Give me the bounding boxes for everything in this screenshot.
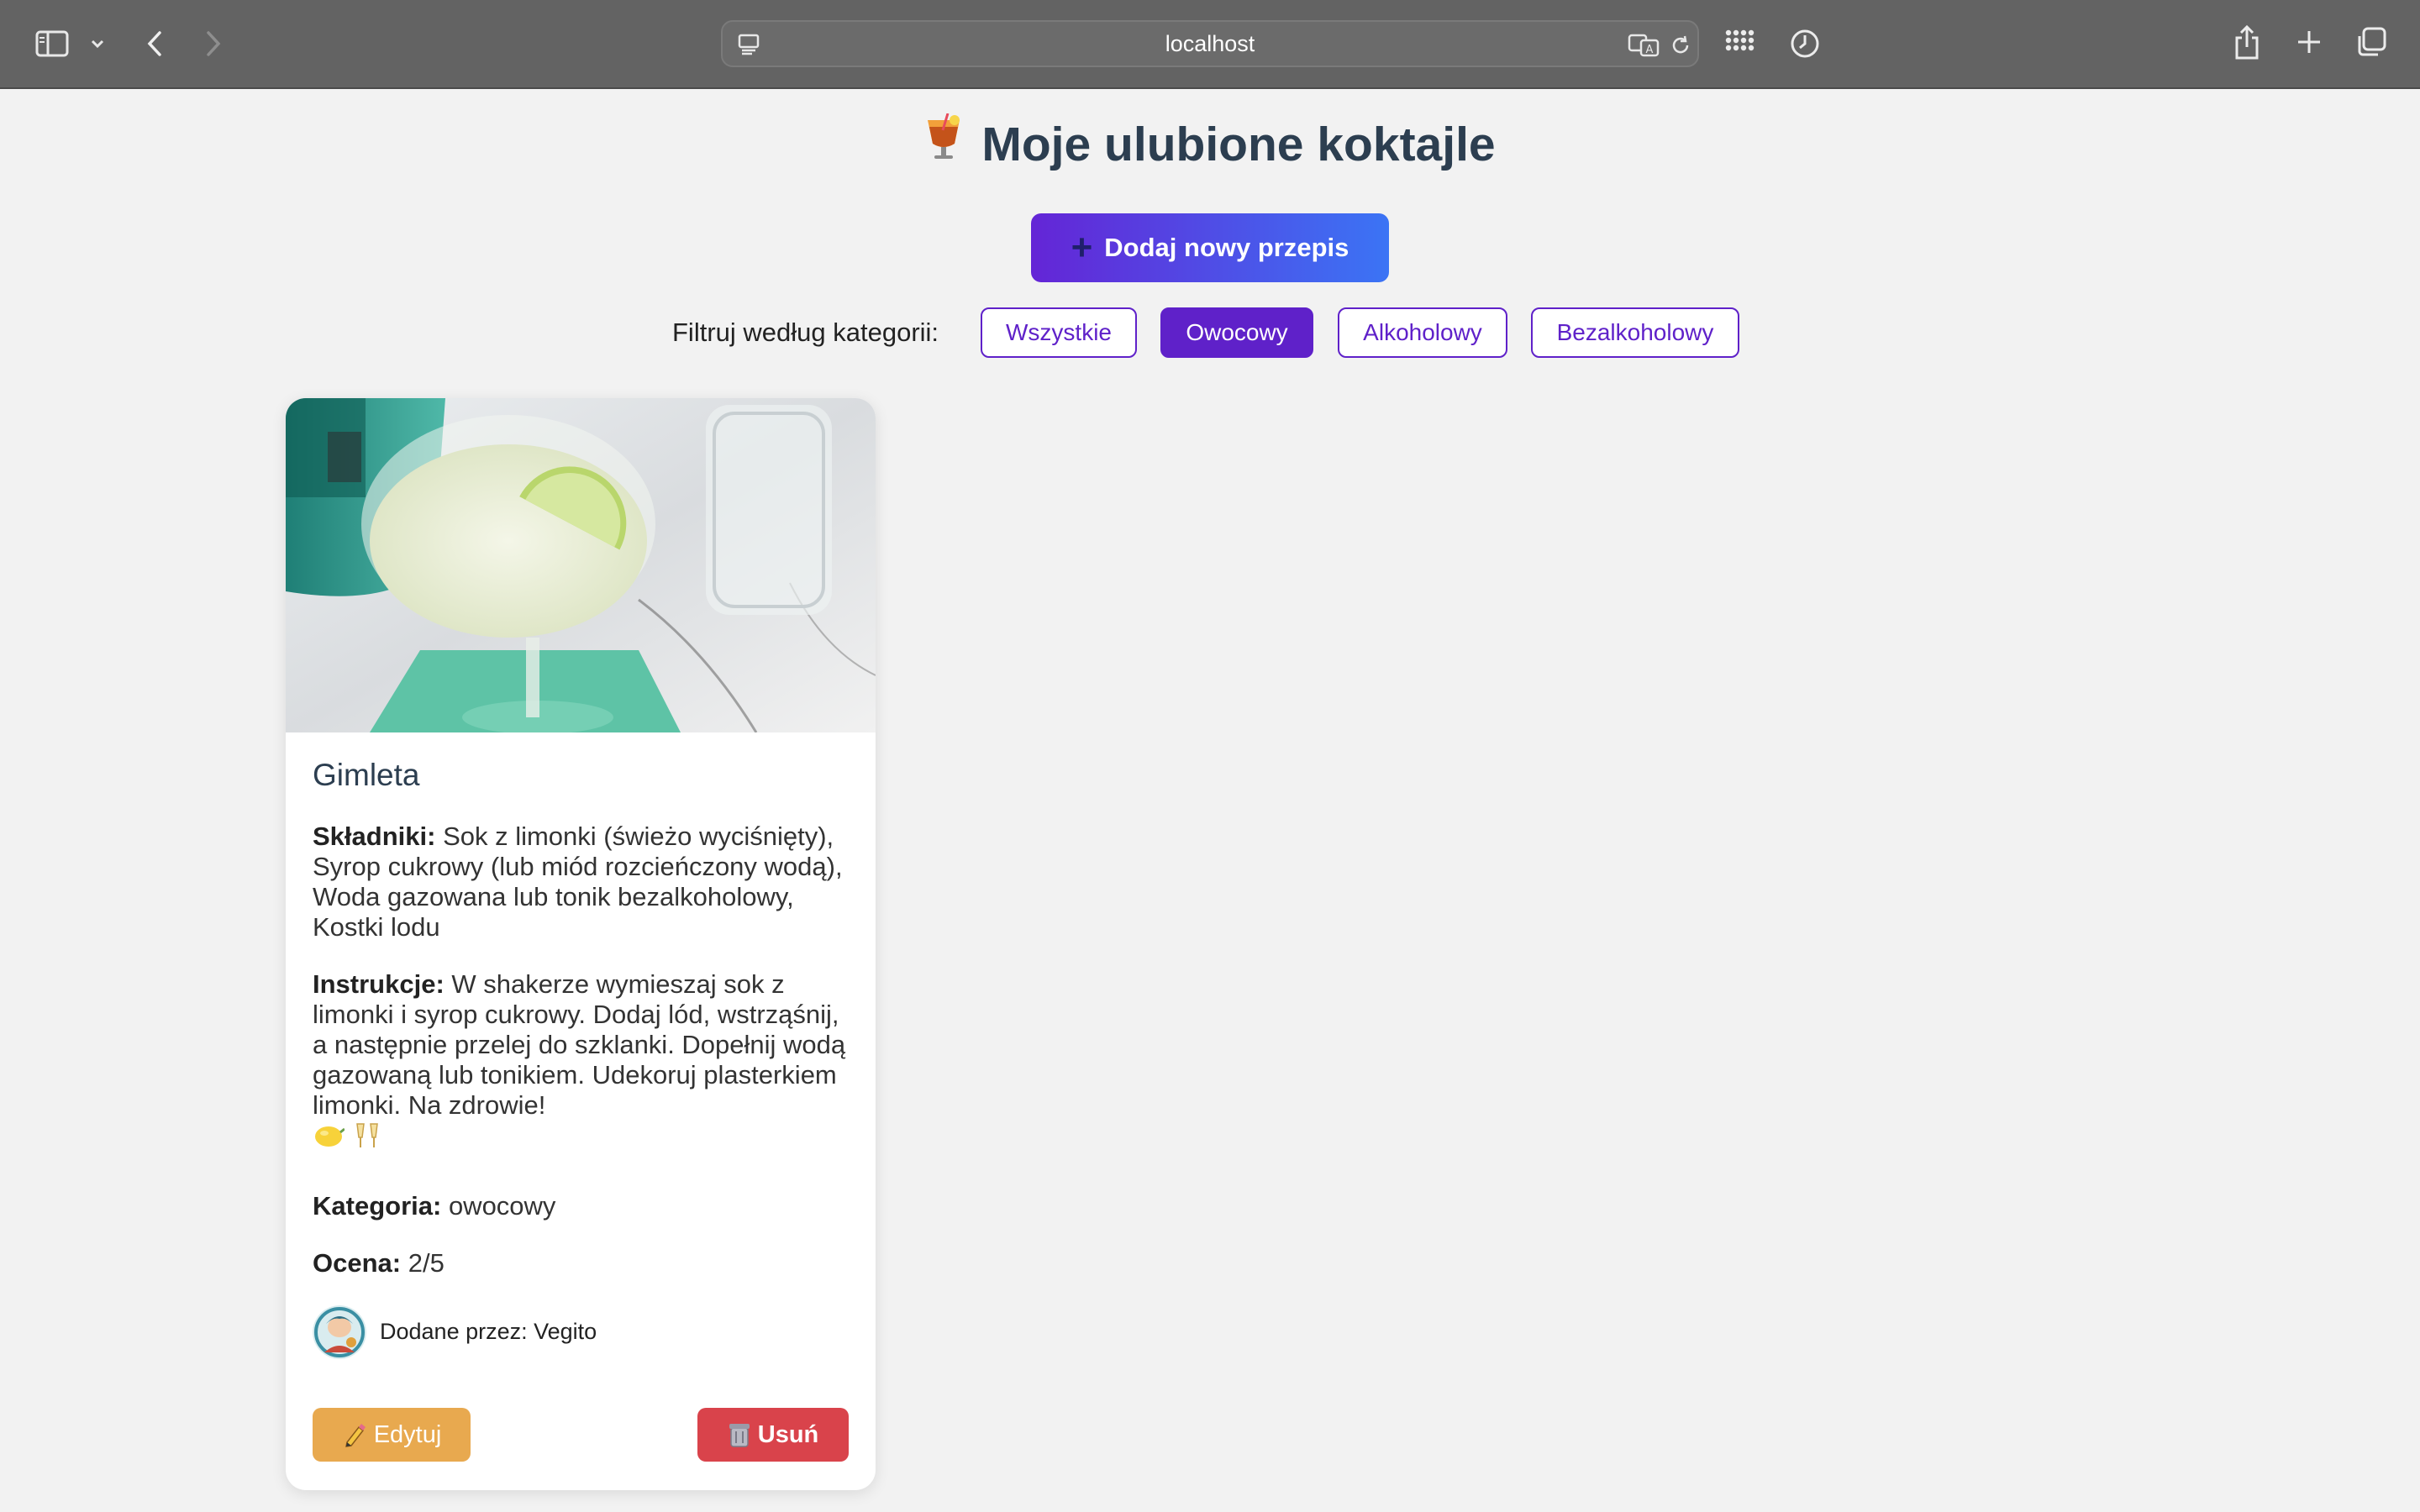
url-text[interactable]: localhost bbox=[723, 22, 1697, 66]
edit-button[interactable]: Edytuj bbox=[313, 1408, 471, 1462]
ingredients-section: Składniki: Sok z limonki (świeżo wyciśni… bbox=[313, 822, 850, 942]
chevron-down-icon[interactable] bbox=[87, 34, 108, 54]
add-recipe-label: Dodaj nowy przepis bbox=[1104, 233, 1349, 262]
translate-icon[interactable]: A bbox=[1627, 30, 1660, 59]
back-icon[interactable] bbox=[141, 27, 168, 60]
page-title: Moje ulubione koktajle bbox=[0, 111, 2420, 178]
filter-all[interactable]: Wszystkie bbox=[981, 307, 1137, 358]
history-icon[interactable] bbox=[1788, 27, 1822, 60]
plus-icon: + bbox=[1071, 227, 1093, 268]
filter-alcoholic[interactable]: Alkoholowy bbox=[1338, 307, 1507, 358]
lemon-icon bbox=[313, 1122, 345, 1156]
grid-icon[interactable] bbox=[1723, 27, 1756, 60]
browser-toolbar: localhost A bbox=[0, 0, 2420, 89]
filter-fruit[interactable]: Owocowy bbox=[1160, 307, 1313, 358]
svg-text:A: A bbox=[1646, 44, 1654, 56]
category-value: owocowy bbox=[448, 1191, 556, 1221]
trash-icon bbox=[728, 1421, 751, 1448]
recipe-name: Gimleta bbox=[313, 758, 420, 792]
pencil-icon bbox=[342, 1422, 367, 1447]
plus-icon[interactable] bbox=[2294, 27, 2324, 57]
cocktail-photo bbox=[286, 398, 876, 732]
delete-label: Usuń bbox=[757, 1420, 819, 1448]
instructions-label: Instrukcje: bbox=[313, 969, 445, 999]
rating-row: Ocena: 2/5 bbox=[313, 1248, 850, 1278]
rating-label: Ocena: bbox=[313, 1248, 402, 1278]
reload-icon[interactable] bbox=[1667, 32, 1694, 59]
category-label: Kategoria: bbox=[313, 1191, 442, 1221]
ingredients-label: Składniki: bbox=[313, 822, 436, 851]
cocktail-icon bbox=[924, 111, 963, 178]
address-bar[interactable]: localhost A bbox=[721, 20, 1699, 67]
rating-value: 2/5 bbox=[408, 1248, 445, 1278]
page-title-text: Moje ulubione koktajle bbox=[981, 118, 1496, 171]
tabs-icon[interactable] bbox=[2354, 25, 2388, 59]
instructions-section: Instrukcje: W shakerze wymieszaj sok z l… bbox=[313, 969, 850, 1158]
forward-icon[interactable] bbox=[200, 27, 227, 60]
filter-label: Filtruj według kategorii: bbox=[672, 318, 939, 347]
edit-label: Edytuj bbox=[373, 1420, 442, 1448]
delete-button[interactable]: Usuń bbox=[697, 1408, 849, 1462]
share-icon[interactable] bbox=[2232, 24, 2262, 60]
sidebar-icon[interactable] bbox=[34, 27, 71, 60]
recipe-card: Gimleta Składniki: Sok z limonki (świeżo… bbox=[286, 398, 876, 1490]
category-row: Kategoria: owocowy bbox=[313, 1191, 850, 1221]
add-recipe-button[interactable]: + Dodaj nowy przepis bbox=[1031, 213, 1389, 282]
filter-non-alcoholic[interactable]: Bezalkoholowy bbox=[1531, 307, 1739, 358]
avatar bbox=[313, 1305, 366, 1359]
glasses-icon bbox=[352, 1121, 382, 1158]
author-text: Dodane przez: Vegito bbox=[380, 1319, 597, 1344]
